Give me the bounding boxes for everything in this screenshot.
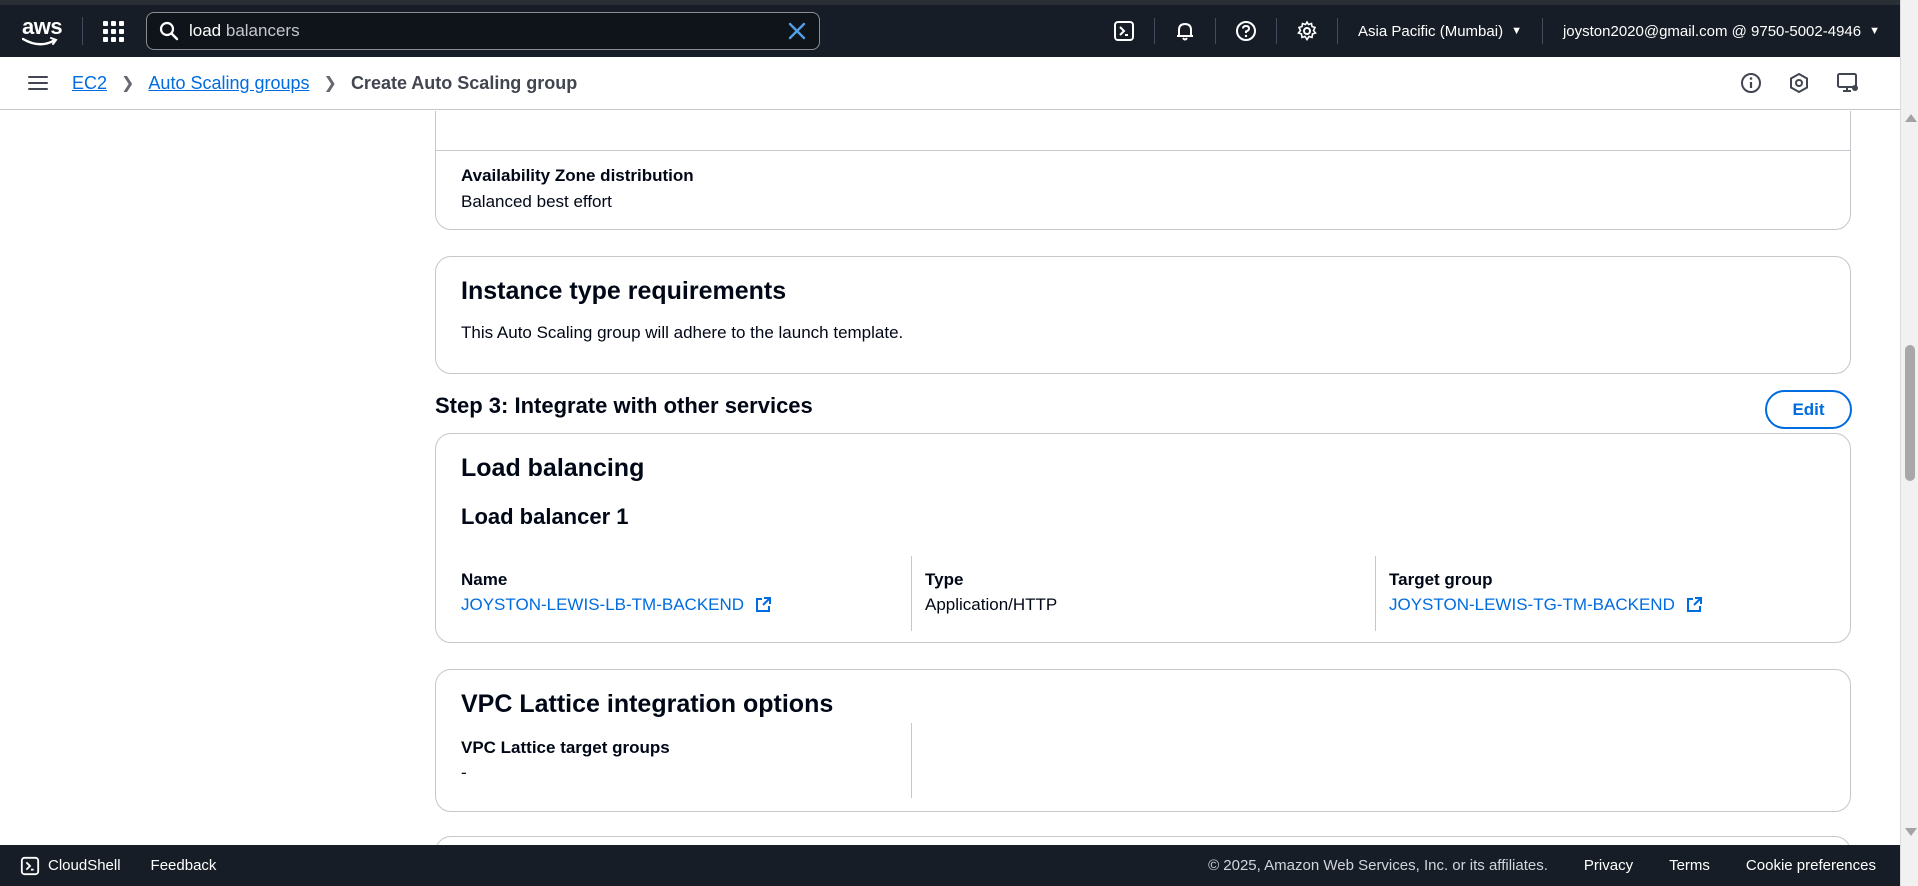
load-balancer-subtitle: Load balancer 1 — [461, 504, 629, 529]
instance-type-title: Instance type requirements — [461, 277, 787, 305]
divider — [436, 150, 1850, 151]
next-section-card — [435, 836, 1851, 845]
column-divider — [1375, 556, 1376, 631]
search-typed-text: load — [189, 21, 222, 40]
lb-type-value: Application/HTTP — [925, 595, 1058, 614]
breadcrumb-auto-scaling-groups[interactable]: Auto Scaling groups — [148, 73, 309, 94]
cloudshell-footer-button[interactable]: CloudShell — [20, 856, 121, 876]
target-group-label: Target group — [1389, 570, 1493, 589]
clear-search-icon[interactable] — [787, 21, 807, 41]
lb-name-value: JOYSTON-LEWIS-LB-TM-BACKEND — [461, 595, 745, 614]
cloudshell-nav-button[interactable] — [1094, 20, 1154, 42]
divider — [82, 17, 83, 45]
terms-link[interactable]: Terms — [1669, 857, 1710, 874]
privacy-link[interactable]: Privacy — [1584, 857, 1633, 874]
external-link-icon — [756, 597, 772, 612]
az-distribution-label: Availability Zone distribution — [461, 166, 694, 185]
step-3-title: Step 3: Integrate with other services — [435, 393, 813, 418]
lb-type-label: Type — [925, 570, 964, 589]
target-group-value: JOYSTON-LEWIS-TG-TM-BACKEND — [1389, 595, 1675, 614]
help-button[interactable] — [1216, 20, 1276, 42]
column-divider — [911, 723, 912, 798]
column-divider — [911, 556, 912, 631]
settings-button[interactable] — [1277, 20, 1337, 42]
load-balancing-card: Load balancing Load balancer 1 Name JOYS… — [435, 433, 1851, 643]
hexagon-settings-icon[interactable] — [1788, 72, 1810, 94]
feedback-link[interactable]: Feedback — [151, 857, 217, 874]
info-icon[interactable] — [1740, 72, 1762, 94]
instance-type-requirements-card: Instance type requirements This Auto Sca… — [435, 256, 1851, 374]
breadcrumb-bar: EC2 ❯ Auto Scaling groups ❯ Create Auto … — [0, 57, 1900, 110]
main-content: Availability Zone distribution Balanced … — [0, 111, 1900, 845]
target-group-link[interactable]: JOYSTON-LEWIS-TG-TM-BACKEND — [1389, 595, 1703, 615]
aws-smile-icon — [22, 37, 58, 46]
vpc-lattice-card: VPC Lattice integration options VPC Latt… — [435, 669, 1851, 812]
account-menu[interactable]: joyston2020@gmail.com @ 9750-5002-4946 ▼ — [1543, 23, 1900, 40]
cloudshell-icon — [20, 856, 40, 875]
edit-step-3-button[interactable]: Edit — [1765, 390, 1852, 429]
external-link-icon — [1686, 597, 1702, 612]
cloudshell-label: CloudShell — [48, 857, 121, 874]
search-query: load balancers — [189, 21, 787, 41]
lb-name-label: Name — [461, 570, 508, 589]
load-balancing-title: Load balancing — [461, 454, 645, 482]
cloudshell-icon — [1114, 21, 1135, 41]
scrollbar-thumb[interactable] — [1905, 345, 1915, 481]
region-label: Asia Pacific (Mumbai) — [1358, 22, 1504, 40]
cookie-preferences-link[interactable]: Cookie preferences — [1746, 857, 1876, 874]
menu-icon[interactable] — [28, 72, 48, 94]
chevron-right-icon: ❯ — [323, 75, 337, 92]
caret-down-icon: ▼ — [1511, 25, 1522, 37]
network-summary-card: Availability Zone distribution Balanced … — [435, 111, 1851, 230]
vpc-lattice-tg-value: - — [461, 763, 467, 782]
vpc-lattice-tg-label: VPC Lattice target groups — [461, 738, 670, 757]
bell-icon — [1177, 22, 1194, 41]
top-navigation: aws load balancers Asia Pacific (Mumbai)… — [0, 0, 1900, 57]
copyright-text: © 2025, Amazon Web Services, Inc. or its… — [1208, 857, 1548, 874]
notifications-button[interactable] — [1155, 20, 1215, 42]
scroll-down-icon[interactable] — [1905, 828, 1917, 836]
breadcrumb: EC2 ❯ Auto Scaling groups ❯ Create Auto … — [72, 73, 577, 94]
gear-icon — [1297, 20, 1317, 41]
instance-type-description: This Auto Scaling group will adhere to t… — [461, 323, 904, 342]
breadcrumb-current: Create Auto Scaling group — [350, 72, 578, 93]
page-scrollbar[interactable] — [1900, 0, 1918, 886]
chevron-right-icon: ❯ — [121, 75, 135, 92]
aws-logo[interactable]: aws — [20, 11, 68, 51]
account-label: joyston2020@gmail.com @ 9750-5002-4946 — [1562, 22, 1862, 40]
display-preferences-icon[interactable] — [1836, 72, 1860, 94]
az-distribution-value: Balanced best effort — [461, 192, 612, 211]
region-selector[interactable]: Asia Pacific (Mumbai) ▼ — [1338, 23, 1542, 40]
search-icon — [159, 21, 179, 41]
breadcrumb-ec2[interactable]: EC2 — [72, 73, 107, 94]
search-input[interactable]: load balancers — [146, 12, 820, 50]
scroll-up-icon[interactable] — [1905, 114, 1917, 122]
caret-down-icon: ▼ — [1869, 25, 1880, 37]
lb-name-link[interactable]: JOYSTON-LEWIS-LB-TM-BACKEND — [461, 595, 772, 615]
search-suggestion-text: balancers — [221, 21, 300, 40]
services-grid-icon[interactable] — [103, 20, 124, 42]
vpc-lattice-title: VPC Lattice integration options — [461, 690, 834, 718]
help-icon — [1236, 21, 1257, 41]
console-footer: CloudShell Feedback © 2025, Amazon Web S… — [0, 845, 1900, 886]
